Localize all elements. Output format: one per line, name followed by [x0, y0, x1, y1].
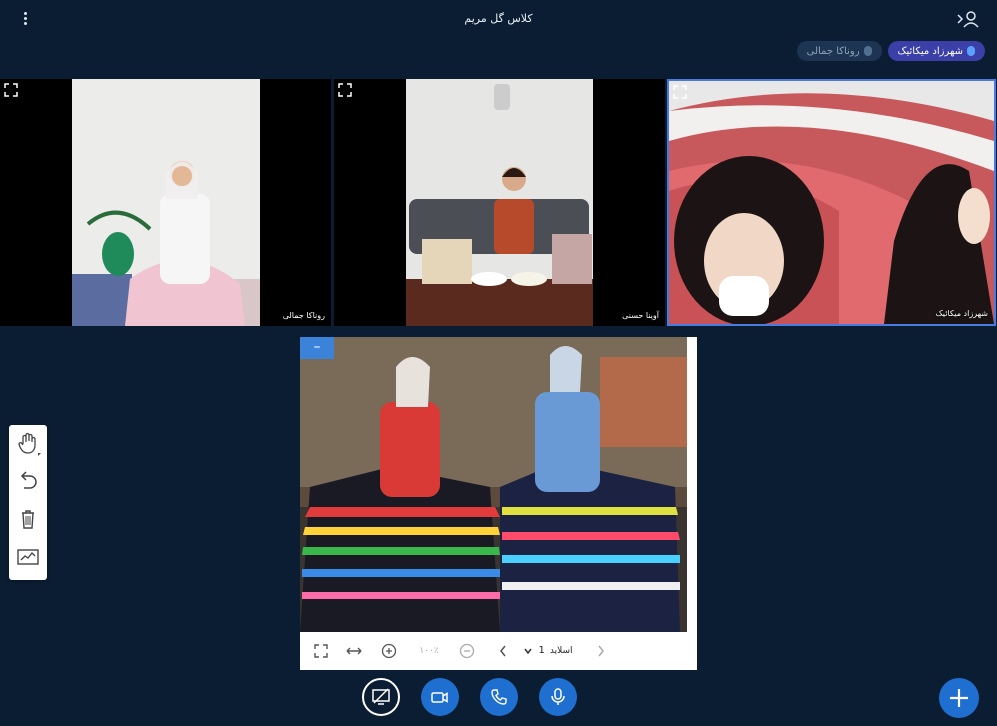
participant-name: شهرزاد میکائیک: [897, 45, 963, 57]
chevron-down-icon: [524, 648, 533, 655]
talking-indicator-list: شهرزاد میکائیک روناکا جمالی: [796, 41, 985, 61]
screen-share-icon: [372, 688, 390, 705]
previous-slide-button[interactable]: [496, 642, 510, 660]
zoom-out-button[interactable]: [458, 642, 476, 660]
participant-name: روناکا جمالی: [282, 311, 325, 320]
video-feed: [669, 81, 994, 324]
zoom-level[interactable]: ۱۰۰٪: [412, 642, 446, 660]
plus-icon: [950, 689, 968, 707]
expand-icon[interactable]: [673, 84, 687, 99]
video-feed: [406, 79, 593, 326]
hand-tool-button[interactable]: [14, 429, 42, 457]
zoom-in-icon: [381, 643, 397, 659]
expand-icon[interactable]: [4, 82, 18, 97]
whiteboard-toolbar: [9, 425, 47, 580]
presentation-slide[interactable]: [300, 337, 687, 632]
fullscreen-icon: [314, 644, 328, 658]
zoom-out-icon: [459, 643, 475, 659]
participant-name: آوینا حسنی: [622, 311, 659, 320]
phone-icon: [491, 689, 507, 705]
video-tile[interactable]: روناکا جمالی: [0, 79, 331, 326]
audio-button[interactable]: [480, 678, 518, 716]
zoom-in-button[interactable]: [380, 642, 398, 660]
microphone-icon: [551, 688, 565, 705]
participant-name: روناکا جمالی: [806, 45, 860, 57]
trash-icon: [22, 510, 34, 529]
video-tile-active-speaker[interactable]: شهرزاد میکائیک: [667, 79, 996, 326]
undo-icon: [20, 471, 37, 489]
whiteboard-toggle-button[interactable]: [14, 543, 42, 571]
video-tile[interactable]: آوینا حسنی: [334, 79, 665, 326]
users-toggle-button[interactable]: [955, 8, 981, 30]
microphone-button[interactable]: [539, 678, 577, 716]
participant-name: شهرزاد میکائیک: [935, 309, 988, 318]
meeting-title: کلاس گل مریم: [464, 12, 533, 25]
microphone-icon: [863, 46, 872, 56]
presentation-area[interactable]: – ۱۰۰٪ 1 اسلاید: [300, 337, 697, 670]
expand-icon[interactable]: [338, 82, 352, 97]
top-bar: کلاس گل مریم: [0, 0, 997, 40]
camera-icon: [431, 692, 448, 703]
slide-image: [300, 337, 687, 632]
microphone-icon: [967, 46, 975, 56]
users-icon: [957, 11, 979, 28]
screen-share-button[interactable]: [362, 678, 400, 716]
talking-indicator-active[interactable]: شهرزاد میکائیک: [887, 41, 985, 61]
undo-button[interactable]: [14, 467, 42, 495]
fullscreen-button[interactable]: [312, 642, 330, 660]
slide-label: اسلاید: [549, 646, 573, 656]
actions-button[interactable]: [939, 678, 979, 718]
whiteboard-icon: [17, 549, 39, 565]
minimize-presentation-button[interactable]: –: [300, 337, 334, 359]
chevron-right-icon: [598, 645, 604, 657]
clear-annotations-button[interactable]: [14, 505, 42, 533]
slide-selector[interactable]: 1 اسلاید: [518, 642, 578, 660]
presentation-toolbar: ۱۰۰٪ 1 اسلاید: [300, 633, 697, 670]
camera-button[interactable]: [421, 678, 459, 716]
chevron-left-icon: [500, 645, 506, 657]
talking-indicator-muted[interactable]: روناکا جمالی: [796, 41, 882, 61]
fit-width-icon: [346, 647, 362, 655]
fit-width-button[interactable]: [344, 642, 364, 660]
video-feed: [72, 79, 260, 326]
hand-tool-icon: [18, 432, 41, 456]
slide-number: 1: [538, 645, 545, 656]
next-slide-button[interactable]: [594, 642, 608, 660]
